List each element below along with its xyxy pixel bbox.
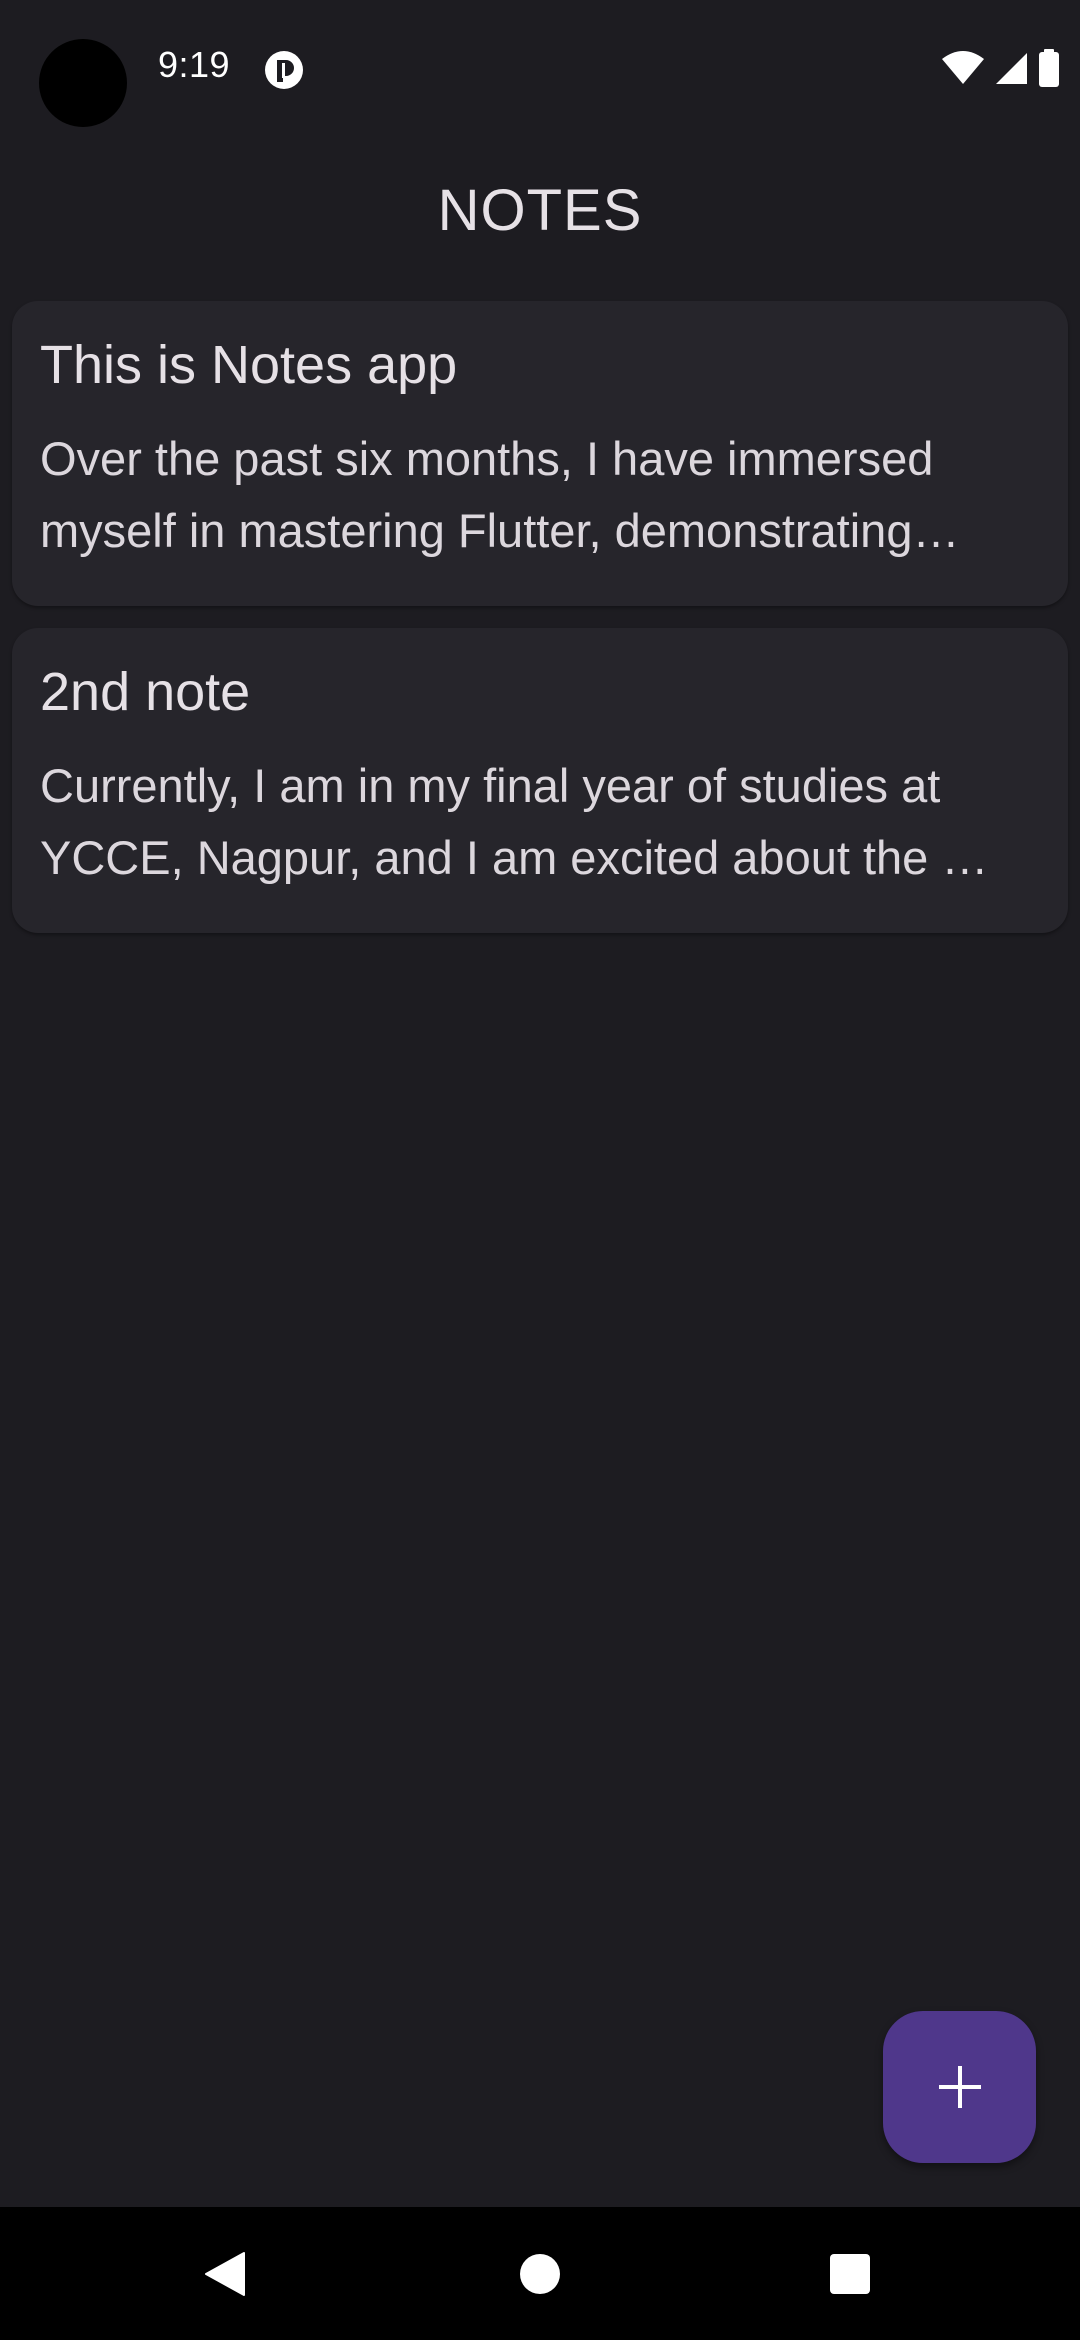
note-title: This is Notes app [40, 335, 458, 395]
status-icons [942, 48, 1060, 88]
note-card[interactable]: 2nd note Currently, I am in my final yea… [12, 628, 1068, 933]
app-bar: NOTES [0, 150, 1080, 270]
status-bar: 9:19 [0, 0, 1080, 130]
page-title: NOTES [437, 177, 643, 243]
battery-icon [1039, 49, 1059, 87]
note-title: 2nd note [40, 662, 251, 722]
notes-screen: 9:19 NOTES This is Notes app Over the pa [0, 0, 1080, 2340]
nav-home-button[interactable] [480, 2207, 600, 2340]
notes-list: This is Notes app Over the past six mont… [12, 301, 1068, 955]
nav-recents-button[interactable] [790, 2207, 910, 2340]
app-notification-icon [265, 51, 303, 89]
cellular-signal-icon [996, 53, 1027, 84]
status-time: 9:19 [158, 44, 231, 85]
add-note-button[interactable] [883, 2011, 1036, 2163]
wifi-icon [942, 51, 984, 84]
note-body: Currently, I am in my final year of stud… [40, 759, 989, 884]
back-icon [205, 2251, 245, 2296]
home-icon [520, 2253, 560, 2294]
add-icon [938, 2066, 981, 2108]
note-body: Over the past six months, I have immerse… [40, 432, 960, 557]
note-card[interactable]: This is Notes app Over the past six mont… [12, 301, 1068, 606]
camera-cutout [39, 39, 127, 127]
recents-icon [830, 2253, 870, 2294]
nav-back-button[interactable] [165, 2207, 285, 2340]
system-nav-bar [0, 2207, 1080, 2340]
